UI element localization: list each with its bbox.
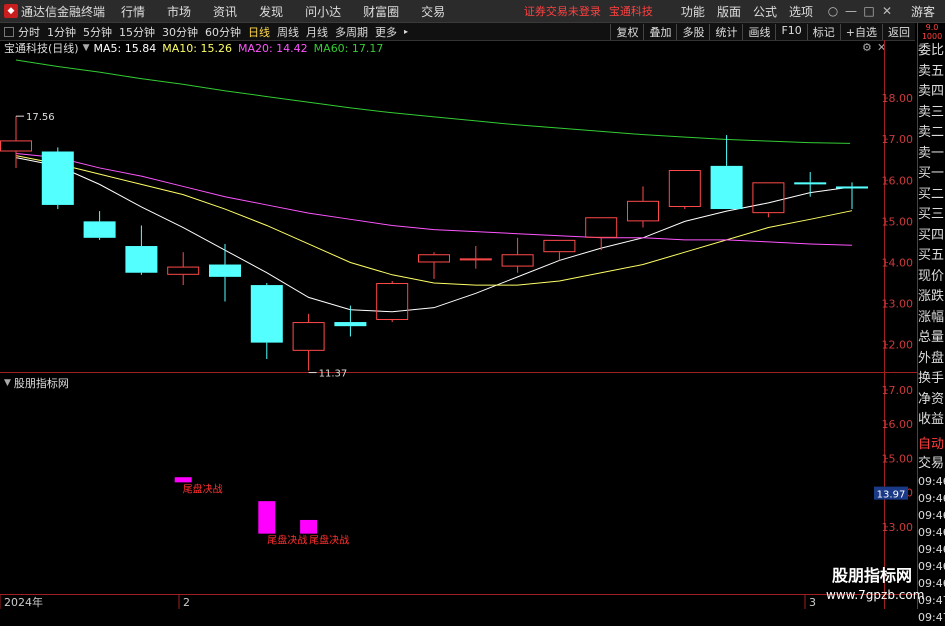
trade-time: 09:46 <box>918 491 945 505</box>
quote-row-label: 卖五 <box>918 63 945 79</box>
candle-body-down <box>710 165 743 210</box>
candle-body-up <box>668 169 701 207</box>
panel-header: 9.0 1000 <box>921 23 943 41</box>
quote-row-label: 买四 <box>918 227 945 243</box>
signal-label: 尾盘决战 <box>267 534 307 547</box>
candle-body-up <box>501 254 534 267</box>
trade-time: 09:46 <box>918 542 945 556</box>
trade-time: 09:46 <box>918 474 945 488</box>
quote-row-label: 卖二 <box>918 125 945 140</box>
candle-body-down <box>334 322 367 327</box>
ma60-line <box>15 59 851 144</box>
quote-row-label: 买二 <box>918 186 945 202</box>
quote-row-label: 外盘 <box>918 350 945 366</box>
y-tick-label: 14.00 <box>882 256 914 269</box>
trade-time: 09:47 <box>918 610 945 624</box>
y-tick-label: 17.00 <box>882 133 914 146</box>
sub-y-tick-label: 15.00 <box>882 452 914 465</box>
candle-body-up <box>543 239 576 253</box>
sub-y-tick-label: 16.00 <box>882 418 914 431</box>
candle-body-up <box>459 258 492 261</box>
watermark-title: 股朋指标网 <box>831 566 912 585</box>
quote-row-label: 买三 <box>918 207 945 222</box>
quote-row-label: 收益 <box>918 412 945 427</box>
price-tag-label: 13.97 <box>877 490 906 501</box>
y-tick-label: 12.00 <box>882 339 914 352</box>
candle-body-up <box>585 217 618 238</box>
y-tick-label: 13.00 <box>882 298 914 311</box>
quote-row-label: 净资 <box>918 391 945 407</box>
quote-row-label: 买五 <box>918 248 945 263</box>
candle-body-down <box>209 264 241 277</box>
auto-label[interactable]: 自动 <box>918 435 945 454</box>
candle-body-down <box>794 182 827 185</box>
quote-row-label: 总量 <box>918 330 945 345</box>
signal-bar <box>174 477 192 483</box>
candle-body-down <box>41 151 74 205</box>
2024-year-label: 2024年 <box>4 595 43 609</box>
candle-body-up <box>418 254 450 263</box>
quote-row-label: 买一 <box>918 166 945 181</box>
y-axis: 18.00 17.00 16.00 15.00 14.00 13.00 12.00 <box>882 92 914 352</box>
candle-body-up <box>752 182 785 214</box>
quote-row-label: 换手 <box>918 371 945 386</box>
candle-body-up <box>376 283 409 321</box>
candle-body-down <box>125 246 158 273</box>
candle-body-down <box>836 186 868 189</box>
quote-row-label: 委比 <box>918 43 945 58</box>
kline-chart[interactable]: 18.00 17.00 16.00 15.00 14.00 13.00 12.00 17.0… <box>0 0 917 609</box>
trade-label[interactable]: 交易 <box>918 454 945 473</box>
candle-body-up <box>292 322 325 351</box>
quote-row-label: 涨跌 <box>918 289 945 304</box>
signal-bars: 尾盘决战尾盘决战 尾盘决战 <box>174 477 349 547</box>
candles <box>0 116 868 371</box>
candle-body-down <box>83 221 116 238</box>
trade-time: 09:46 <box>918 508 945 522</box>
quote-row-label: 卖三 <box>918 104 945 120</box>
sub-y-tick-label: 13.00 <box>882 521 914 534</box>
candle-body-down <box>250 285 283 343</box>
trade-time: 09:46 <box>918 525 945 539</box>
high-price-label: 17.56 <box>26 112 55 123</box>
x-axis: 2024年 2 3 <box>0 594 816 609</box>
quote-row-label: 涨幅 <box>918 309 945 325</box>
feb-label: 2 <box>183 596 190 609</box>
signal-bar <box>258 501 276 534</box>
y-tick-label: 18.00 <box>882 92 914 105</box>
mar-label: 3 <box>809 596 816 609</box>
sub-y-axis: 17.0016.0015.0014.0013.0013.97 <box>874 384 913 534</box>
signal-label: 尾盘决战 <box>183 482 223 495</box>
trade-time: 09:46 <box>918 559 945 573</box>
y-tick-label: 15.00 <box>882 215 914 228</box>
low-price-label: 11.37 <box>319 369 348 380</box>
quote-row-label: 卖四 <box>918 84 945 99</box>
quote-row-label: 卖一 <box>918 145 945 161</box>
candle-body-up <box>627 200 659 222</box>
signal-bar <box>300 519 318 534</box>
watermark-url: www.7gpzb.com <box>826 588 925 602</box>
candle-body-up <box>0 140 32 152</box>
candle-body-up <box>167 266 200 275</box>
quote-panel: 9.0 1000 委比卖五卖四卖三卖二卖一买一买二买三买四买五现价涨跌涨幅总量外… <box>917 23 945 624</box>
chart-frame <box>0 40 917 609</box>
watermark: 股朋指标网 www.7gpzb.com <box>826 565 925 609</box>
y-tick-label: 16.00 <box>882 174 914 187</box>
sub-y-tick-label: 17.00 <box>882 384 914 397</box>
signal-label: 尾盘决战 <box>309 534 349 547</box>
quote-row-label: 现价 <box>918 268 945 284</box>
